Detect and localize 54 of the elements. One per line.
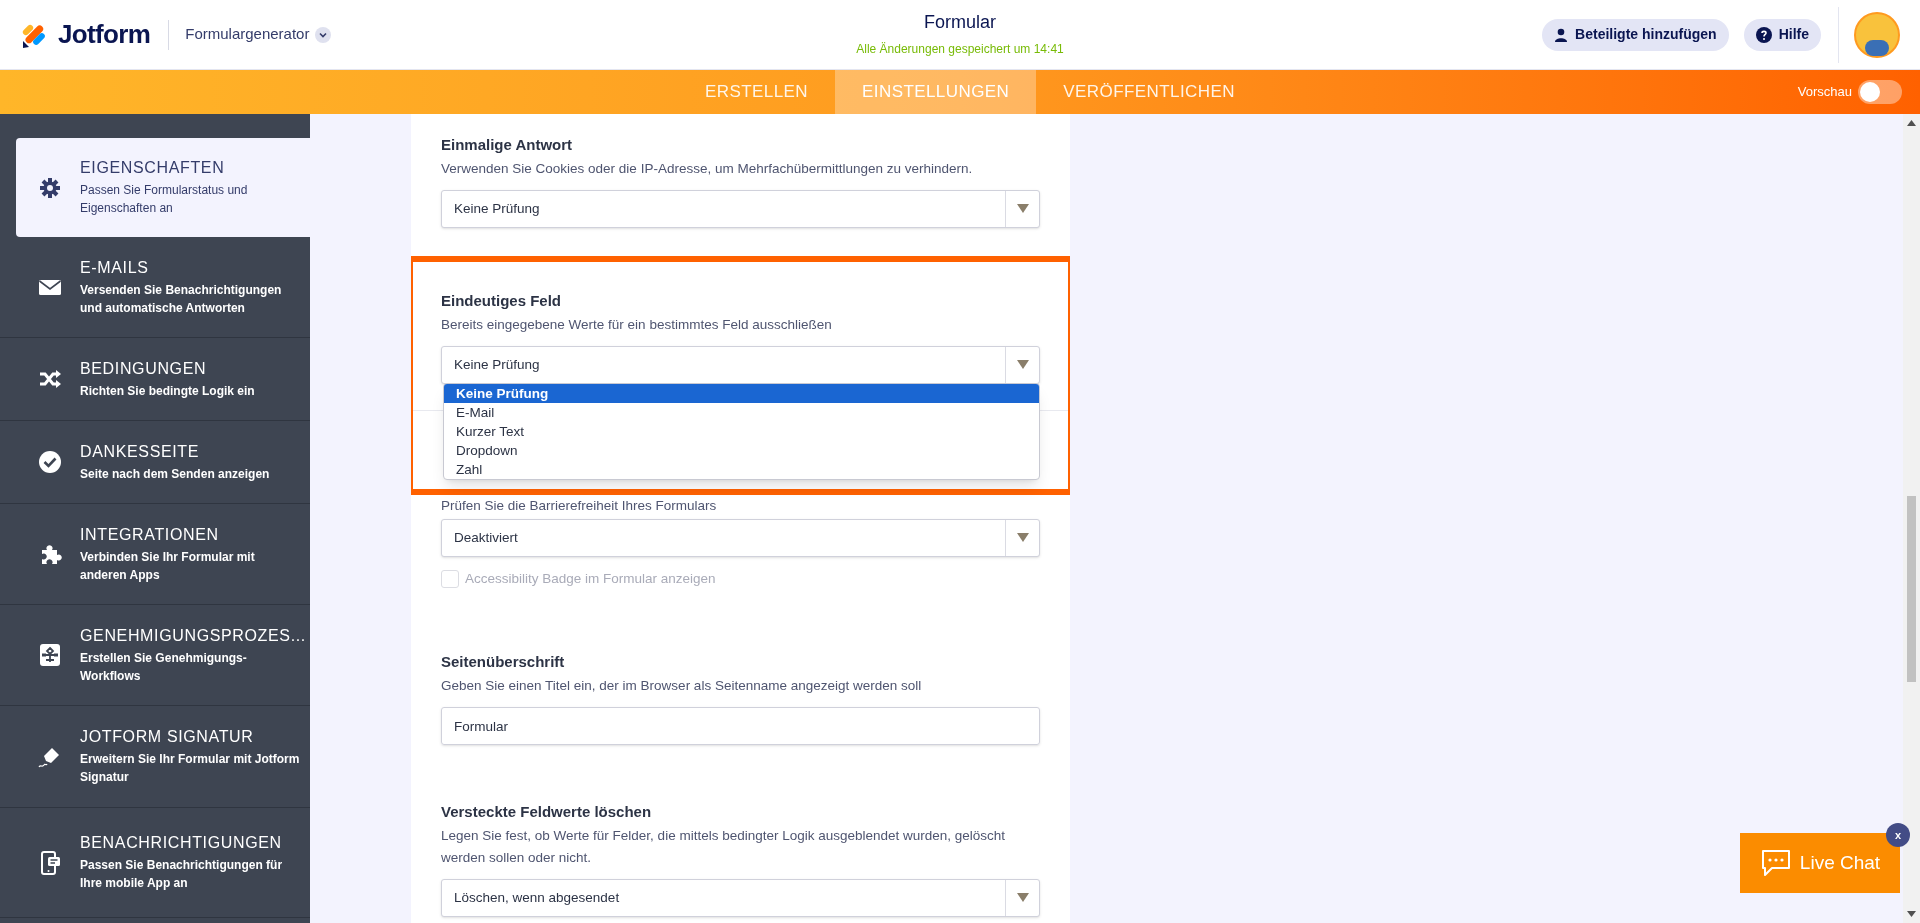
dropdown-field[interactable]: Löschen, wenn abgesendet [441,879,1040,918]
help-button[interactable]: Hilfe [1743,18,1821,51]
sidebar-item[interactable]: GENEHMIGUNGSPROZES... Erstellen Sie Genehmigungs-Workflows [0,605,310,706]
avatar [1854,11,1900,58]
checkbox-label: Accessibility Badge im Formular anzeigen [465,570,716,588]
section-description: Bereits eingegebene Werte für ein bestimmtes Feld ausschließen [441,316,833,334]
help-icon [1755,26,1772,43]
section-description: Prüfen Sie die Barrierefreiheit Ihres Formulars [441,497,718,515]
dropdown-field[interactable]: Keine Prüfung [441,190,1040,228]
dropdown-option[interactable]: Kurzer Text [444,422,1039,441]
flowchart-icon [38,643,62,667]
user-icon [1554,27,1569,42]
check-circle-icon [38,450,62,474]
caret-icon [1016,533,1029,543]
phone-message-icon [38,850,62,875]
close-button[interactable]: x [1886,823,1910,847]
dropdown-option[interactable]: E-Mail [444,403,1039,422]
preview-label: Vorschau [1797,83,1852,102]
logo-text: Jotform [58,18,151,51]
scrollbar-thumb[interactable] [1907,496,1916,682]
form-title: Formular [924,11,996,34]
sidebar-item[interactable]: BENACHRICHTIGUNGEN Passen Sie Benachrichtigungen für Ihre mobile App an [0,808,310,918]
scroll-down-icon[interactable] [1907,911,1916,917]
shuffle-icon [38,367,62,391]
section-title: Versteckte Feldwerte löschen [441,802,653,823]
dropdown-option[interactable]: Zahl [444,460,1039,479]
sidebar-item[interactable]: EIGENSCHAFTEN Passen Sie Formularstatus und Eigenschaften an [16,138,310,237]
sidebar-item[interactable]: BEDINGUNGEN Richten Sie bedingte Logik ein [0,338,310,421]
add-collaborators-button[interactable]: Beteiligte hinzufügen [1542,18,1729,51]
preview-toggle[interactable] [1858,80,1902,104]
settings-icon [38,175,62,200]
text-field[interactable]: Formular [441,707,1040,746]
dropdown-field[interactable]: Deaktiviert [441,519,1040,557]
builder-menu[interactable]: Formulargenerator [185,23,332,46]
section-description: Verwenden Sie Cookies oder die IP-Adresse, um Mehrfachübermittlungen zu verhindern. [441,160,974,178]
save-status: Alle Änderungen gespeichert um 14:41 [856,41,1064,58]
caret-icon [1016,893,1029,904]
section-description: Geben Sie einen Titel ein, der im Browser als Seitenname angezeigt werden soll [441,677,923,696]
sidebar-item[interactable]: INTEGRATIONEN Verbinden Sie Ihr Formular mit anderen Apps [0,504,310,605]
sidebar-item[interactable]: E-MAILS Versenden Sie Benachrichtigungen und automatische Antworten [0,237,310,338]
chevron-icon [315,26,332,43]
dropdown-option[interactable]: Dropdown [444,441,1039,460]
section-title: Einmalige Antwort [441,135,574,155]
scrollbar[interactable] [1903,114,1920,923]
section-description: Legen Sie fest, ob Werte für Felder, die mittels bedingter Logik ausgeblendet wurden, gelöscht werden sollen oder nicht. [441,827,1007,868]
dropdown-option[interactable]: Keine Prüfung [444,384,1039,403]
caret-icon [1016,204,1029,214]
chat-bubble-icon [1759,849,1792,877]
scroll-up-icon[interactable] [1907,120,1916,126]
section-title: Eindeutiges Feld [441,291,562,311]
sidebar-item[interactable]: DANKESSEITE Seite nach dem Senden anzeigen [0,421,310,504]
caret-icon [1016,360,1029,370]
sidebar-item[interactable]: JOTFORM SIGNATUR Erweitern Sie Ihr Formular mit Jotform Signatur [0,706,310,808]
section-title: Seitenüberschrift [441,652,566,673]
